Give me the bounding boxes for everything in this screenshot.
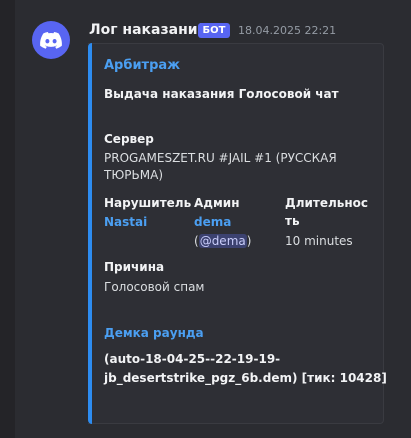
embed-accent-bar [88,43,92,424]
demo-label[interactable]: Демка раунда [104,325,204,342]
avatar[interactable] [32,21,70,59]
paren-open: ( [194,234,199,248]
admin-value[interactable]: dema [194,214,231,231]
paren-close: ) [246,234,252,248]
duration-value: 10 minutes [285,234,353,248]
demo-value-line2: jb_desertstrike_pgz_6b.dem) [тик: 10428] [104,371,387,385]
duration-label-line2: ть [285,214,300,228]
reason-value: Голосовой спам [104,280,205,294]
embed-title[interactable]: Арбитраж [104,57,180,74]
admin-label: Админ [194,196,240,210]
demo-value-line1: (auto-18-04-25--22-19-19- [104,352,281,366]
offender-value[interactable]: Nastai [104,214,147,231]
discord-logo-icon [40,31,62,49]
offender-label: Нарушитель [104,196,192,210]
author-name[interactable]: Лог наказаний [89,22,207,38]
bot-badge: БОТ [198,23,230,38]
server-value-line2: ТЮРЬМА) [104,168,163,182]
message-timestamp: 18.04.2025 22:21 [238,24,337,37]
server-label: Сервер [104,132,154,146]
reason-label: Причина [104,260,165,274]
server-value-line1: PROGAMESZET.RU #JAIL #1 (РУССКАЯ [104,151,337,165]
embed-description: Выдача наказания Голосовой чат [104,87,339,101]
admin-mention-line: (@dema) [194,233,251,250]
admin-mention[interactable]: @dema [198,234,247,248]
duration-label-line1: Длительнос [285,196,369,210]
